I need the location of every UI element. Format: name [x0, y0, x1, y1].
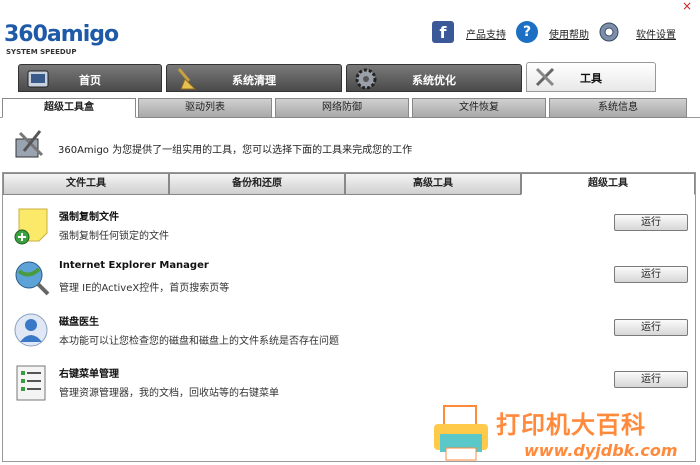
toolcat-backup-restore[interactable]: 备份和还原: [169, 173, 345, 195]
globe-search-icon: [15, 261, 50, 296]
main-tabs: 首页 系统清理 系统优化 工具: [0, 62, 700, 94]
run-button-force-copy[interactable]: 运行: [614, 214, 688, 231]
logo-subtitle: SYSTEM SPEEDUP: [6, 48, 77, 56]
run-button-ie-manager[interactable]: 运行: [614, 266, 688, 283]
help-icon[interactable]: ?: [516, 21, 538, 43]
run-button-context-menu[interactable]: 运行: [614, 371, 688, 388]
tool-item-disk-doctor: 磁盘医生 本功能可以让您检查您的磁盘和磁盘上的文件系统是否存在问题 运行: [3, 310, 695, 362]
info-text: 360Amigo 为您提供了一组实用的工具，您可以选择下面的工具来完成您的工作: [58, 145, 413, 156]
tool-desc: 管理 IE的ActiveX控件，首页搜索页等: [59, 283, 230, 294]
printer-icon: [434, 405, 488, 461]
tab-system-clean[interactable]: 系统清理: [166, 64, 342, 92]
watermark: 打印机大百科 www.dyjdbk.com: [424, 400, 700, 465]
product-support-link[interactable]: 产品支持: [466, 26, 506, 41]
tab-system-clean-label: 系统清理: [232, 74, 276, 87]
tab-tools-label: 工具: [580, 72, 602, 85]
subtab-network-defense[interactable]: 网络防御: [275, 98, 409, 118]
toolbox-icon: [15, 130, 44, 158]
sub-tabs: 超级工具盒 驱动列表 网络防御 文件恢复 系统信息: [0, 96, 700, 118]
tab-tools[interactable]: 工具: [526, 62, 656, 92]
subtab-driver-list[interactable]: 驱动列表: [138, 98, 272, 118]
tool-name: 强制复制文件: [59, 212, 119, 223]
subtab-super-toolbox[interactable]: 超级工具盒: [2, 98, 136, 118]
help-link[interactable]: 使用帮助: [549, 26, 589, 41]
watermark-url: www.dyjdbk.com: [524, 441, 678, 460]
watermark-text: 打印机大百科: [496, 411, 646, 439]
subtab-file-recovery[interactable]: 文件恢复: [412, 98, 546, 118]
list-menu-icon: [16, 365, 46, 401]
info-bar: 360Amigo 为您提供了一组实用的工具，您可以选择下面的工具来完成您的工作: [0, 119, 700, 171]
tool-desc: 管理资源管理器，我的文档，回收站等的右键菜单: [59, 388, 279, 399]
tool-desc: 强制复制任何锁定的文件: [59, 231, 169, 242]
facebook-icon[interactable]: f: [432, 21, 454, 43]
settings-link[interactable]: 软件设置: [636, 26, 676, 41]
tool-item-ie-manager: Internet Explorer Manager 管理 IE的ActiveX控…: [3, 257, 695, 309]
tab-home[interactable]: 首页: [18, 64, 162, 92]
tab-home-label: 首页: [79, 74, 101, 87]
toolcat-super-tools[interactable]: 超级工具: [521, 173, 695, 195]
tool-name: Internet Explorer Manager: [59, 260, 209, 271]
logo-text: 360amigo: [4, 22, 119, 47]
tool-category-tabs: 文件工具 备份和还原 高级工具 超级工具: [3, 173, 695, 195]
tool-desc: 本功能可以让您检查您的磁盘和磁盘上的文件系统是否存在问题: [59, 336, 339, 347]
toolcat-advanced-tools[interactable]: 高级工具: [345, 173, 521, 195]
close-button[interactable]: ×: [680, 0, 694, 12]
tab-system-optimize[interactable]: 系统优化: [346, 64, 522, 92]
gear-icon[interactable]: [598, 21, 620, 43]
app-logo: 360amigo SYSTEM SPEEDUP: [4, 22, 119, 58]
toolcat-file-tools[interactable]: 文件工具: [3, 173, 169, 195]
tool-name: 右键菜单管理: [59, 369, 119, 380]
subtab-system-info[interactable]: 系统信息: [549, 98, 687, 118]
run-button-disk-doctor[interactable]: 运行: [614, 319, 688, 336]
tool-item-force-copy: 强制复制文件 强制复制任何锁定的文件 运行: [3, 205, 695, 257]
sticky-note-add-icon: [14, 208, 48, 245]
header: × 360amigo SYSTEM SPEEDUP f 产品支持 ? 使用帮助 …: [0, 0, 700, 62]
user-disk-icon: [14, 313, 48, 347]
tool-name: 磁盘医生: [59, 317, 99, 328]
tab-system-optimize-label: 系统优化: [412, 74, 456, 87]
